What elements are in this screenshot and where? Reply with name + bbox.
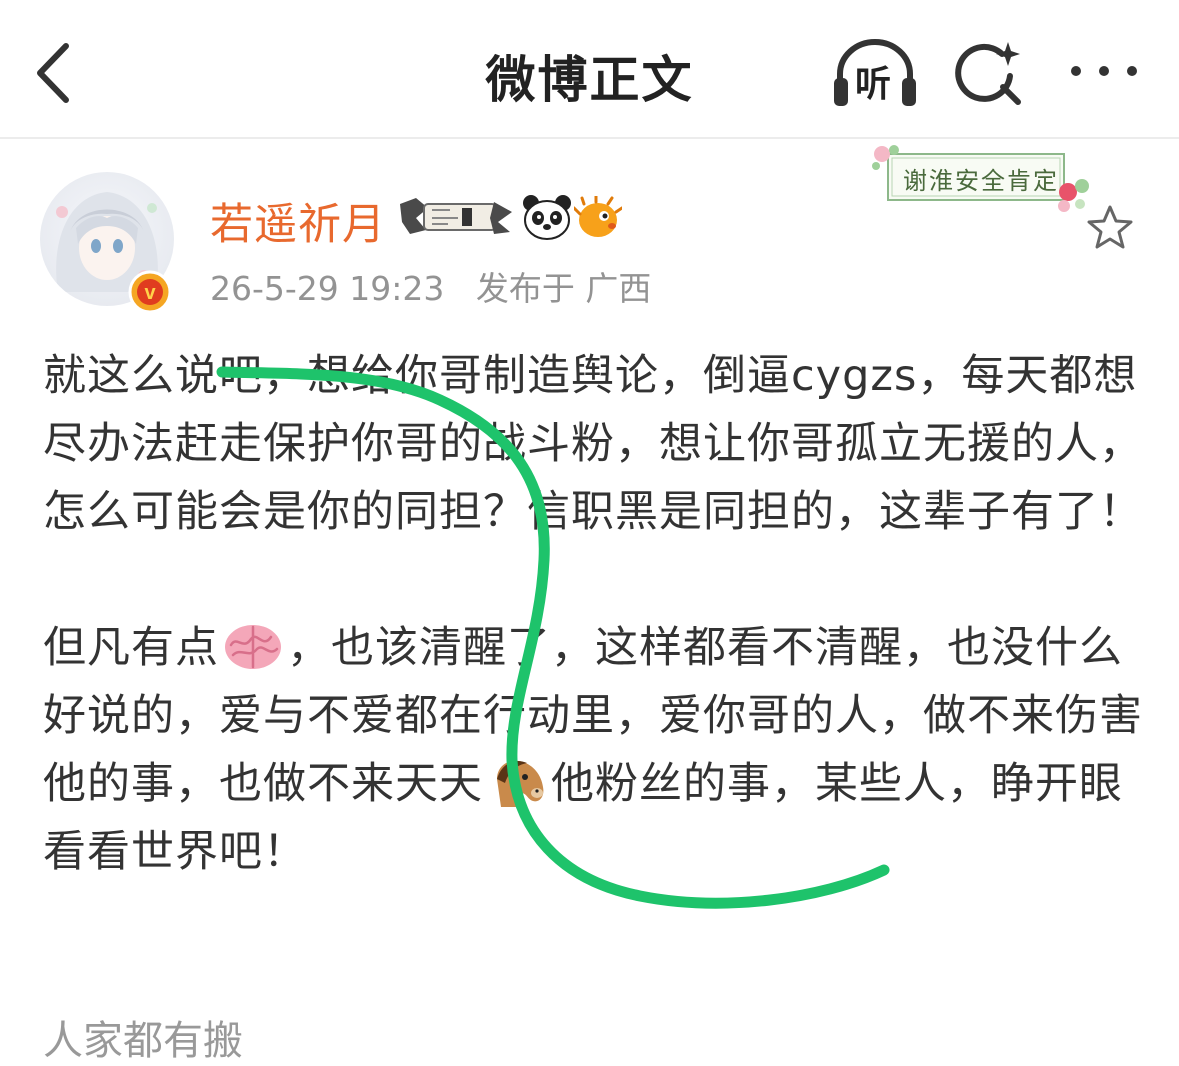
horse-emoji-icon — [487, 757, 547, 809]
post-meta: 26-5-29 19:23 发布于 广西 — [210, 262, 651, 310]
post-paragraph-text: 就这么说吧，想给你哥制造舆论，倒逼cygzs，每天都想尽办法赶走保护你哥的战斗粉… — [43, 351, 1143, 537]
search-button[interactable] — [954, 38, 1026, 110]
top-nav-bar: 微博正文 听 — [0, 0, 1179, 138]
more-dots-icon — [1071, 66, 1137, 76]
nav-divider — [0, 137, 1179, 139]
decorative-card-text: 谢淮安全肯定 — [903, 167, 1059, 195]
post-paragraph: 但凡有点 ，也该清醒了，这样都看不清醒，也没什么好说的，爱与不爱都在行动里，爱你… — [43, 614, 1153, 886]
verified-badge-letter: v — [144, 282, 156, 304]
star-outline-icon — [1087, 205, 1133, 249]
search-sparkle-icon — [955, 42, 1021, 105]
favorite-button[interactable] — [1086, 204, 1134, 250]
truncated-next-line: 人家都有搬 — [43, 1018, 243, 1064]
author-name[interactable]: 若遥祈月 — [210, 190, 386, 252]
post-paragraph-text: 但凡有点 — [43, 623, 219, 673]
panda-icon — [522, 194, 572, 240]
pufferfish-icon — [572, 194, 624, 240]
brain-emoji-icon — [223, 621, 283, 673]
fan-badge-icon — [398, 194, 516, 240]
post-timestamp: 26-5-29 19:23 — [210, 269, 445, 308]
more-button[interactable] — [1066, 55, 1142, 87]
listen-label: 听 — [855, 64, 892, 105]
post-location: 发布于 广西 — [475, 269, 652, 308]
post-body: 就这么说吧，想给你哥制造舆论，倒逼cygzs，每天都想尽办法赶走保护你哥的战斗粉… — [43, 342, 1153, 886]
post-paragraph: 就这么说吧，想给你哥制造舆论，倒逼cygzs，每天都想尽办法赶走保护你哥的战斗粉… — [43, 342, 1153, 546]
verified-badge: v — [128, 270, 172, 314]
